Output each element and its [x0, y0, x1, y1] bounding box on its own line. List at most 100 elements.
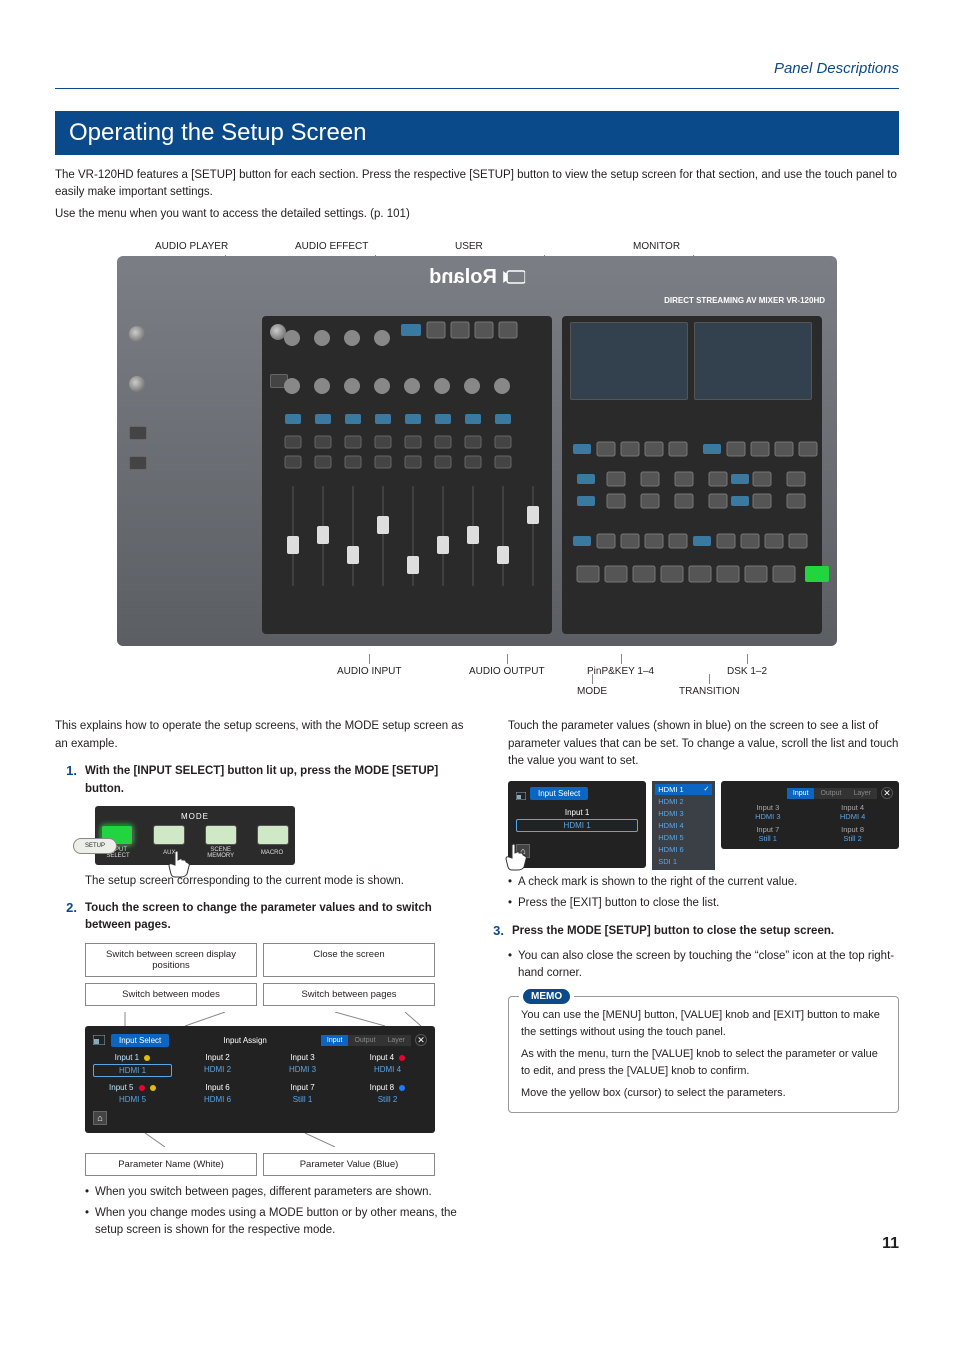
step-1-caption: The setup screen corresponding to the cu…: [85, 873, 464, 890]
display-position-icon-2[interactable]: [516, 792, 526, 800]
pl-list-item[interactable]: HDMI 4: [655, 820, 712, 831]
diagram-label-pinp: PinP&KEY 1–4: [587, 666, 654, 677]
device-diagram: AUDIO PLAYER AUDIO EFFECT USER MONITOR R…: [55, 241, 899, 696]
step-2-text: Touch the screen to change the parameter…: [85, 900, 464, 935]
pl-page-layer[interactable]: Layer: [847, 788, 877, 799]
memo-line-1: You can use the [MENU] button, [VALUE] k…: [521, 1007, 886, 1040]
step-1-text: With the [INPUT SELECT] button lit up, p…: [85, 763, 464, 798]
pl-list-item[interactable]: HDMI 2: [655, 796, 712, 807]
ts-page-input[interactable]: Input: [321, 1035, 349, 1046]
pl-grid-cell[interactable]: Input 4HDMI 4: [812, 803, 893, 821]
pl-page-input[interactable]: Input: [787, 788, 815, 799]
step-3-text: Press the MODE [SETUP] button to close t…: [512, 923, 899, 940]
diagram-label-audio-input: AUDIO INPUT: [337, 666, 401, 677]
memo-box: MEMO You can use the [MENU] button, [VAL…: [508, 996, 899, 1113]
pl-grid-cell[interactable]: Input 3HDMI 3: [727, 803, 808, 821]
ts-connector-lines: [85, 1012, 435, 1026]
mode-aux-button[interactable]: [153, 825, 185, 845]
close-icon-2[interactable]: ✕: [881, 787, 893, 799]
pl-list-item[interactable]: HDMI 1: [655, 784, 712, 795]
ts-param-grid: Input 1 HDMI 1Input 2HDMI 2Input 3HDMI 3…: [93, 1051, 427, 1105]
diagram-label-user: USER: [455, 241, 633, 252]
pl-param-name: Input 1: [516, 808, 638, 817]
diagram-label-audio-effect: AUDIO EFFECT: [295, 241, 455, 252]
ts-page-layer[interactable]: Layer: [381, 1035, 411, 1046]
ts-param-cell[interactable]: Input 5 HDMI 5: [93, 1081, 172, 1105]
page-title: Operating the Setup Screen: [55, 111, 899, 155]
left-bullet-2: When you change modes using a MODE butto…: [85, 1205, 464, 1240]
step-1-number: 1.: [55, 763, 77, 798]
brand-logo: Roland: [429, 266, 525, 289]
ts-param-cell[interactable]: Input 2HDMI 2: [178, 1051, 257, 1077]
left-lead: This explains how to operate the setup s…: [55, 718, 464, 754]
pl-current-value[interactable]: HDMI 1: [516, 819, 638, 832]
right-bullet-3: You can also close the screen by touchin…: [508, 948, 899, 983]
step-3: 3. Press the MODE [SETUP] button to clos…: [490, 923, 899, 940]
memo-tag: MEMO: [519, 988, 574, 1005]
figure-mode-panel: MODE INPUT SELECT AUX SCENE MEMORY MACRO…: [95, 806, 464, 865]
mode-macro-button[interactable]: [257, 825, 289, 845]
diagram-label-transition: TRANSITION: [679, 686, 740, 697]
mode-label-scene: SCENE MEMORY: [204, 847, 238, 859]
ts-mode-tab[interactable]: Input Select: [111, 1034, 169, 1047]
mode-panel-title: MODE: [101, 812, 289, 821]
device-body: Roland DIRECT STREAMING AV MIXER VR-120H…: [117, 256, 837, 646]
page-number: 11: [882, 1235, 899, 1253]
left-bullet-1: When you switch between pages, different…: [85, 1184, 464, 1201]
pl-list-item[interactable]: HDMI 3: [655, 808, 712, 819]
step-1: 1. With the [INPUT SELECT] button lit up…: [55, 763, 464, 798]
figure-touchscreen: Switch between screen display positions …: [85, 943, 435, 1176]
intro-line-1: The VR-120HD features a [SETUP] button f…: [55, 167, 899, 202]
pl-mode-tab[interactable]: Input Select: [530, 787, 588, 800]
pl-grid-cell[interactable]: Input 7Still 1: [727, 825, 808, 843]
step-2: 2. Touch the screen to change the parame…: [55, 900, 464, 935]
close-icon[interactable]: ✕: [415, 1034, 427, 1046]
mode-scene-memory-button[interactable]: [205, 825, 237, 845]
pl-list-item[interactable]: HDMI 5: [655, 832, 712, 843]
pointer-hand-icon-2: [502, 843, 530, 871]
ts-param-cell[interactable]: Input 4 HDMI 4: [348, 1051, 427, 1077]
ts-label-close: Close the screen: [263, 943, 435, 977]
right-bullet-1: A check mark is shown to the right of th…: [508, 874, 899, 891]
device-right-panel: [562, 316, 822, 634]
home-icon[interactable]: ⌂: [93, 1111, 107, 1125]
ts-label-modes: Switch between modes: [85, 983, 257, 1006]
header-rule: [55, 88, 899, 89]
ts-legend-lines: [85, 1133, 435, 1147]
ts-page-output[interactable]: Output: [348, 1035, 381, 1046]
pl-page-output[interactable]: Output: [814, 788, 847, 799]
ts-param-cell[interactable]: Input 7Still 1: [263, 1081, 342, 1105]
ts-param-cell[interactable]: Input 3HDMI 3: [263, 1051, 342, 1077]
diagram-label-dsk: DSK 1–2: [727, 666, 767, 677]
display-position-icon[interactable]: [93, 1035, 105, 1045]
mode-setup-button[interactable]: SETUP: [73, 838, 117, 854]
pl-list-item[interactable]: SDI 1: [655, 856, 712, 867]
pl-value-list[interactable]: HDMI 1HDMI 2HDMI 3HDMI 4HDMI 5HDMI 6SDI …: [652, 781, 715, 870]
ts-page-tabs[interactable]: Input Output Layer: [321, 1035, 411, 1046]
device-left-panel: [262, 316, 552, 634]
right-bullet-2: Press the [EXIT] button to close the lis…: [508, 895, 899, 912]
ts-param-cell[interactable]: Input 8 Still 2: [348, 1081, 427, 1105]
figure-param-list: Input Select Input 1 HDMI 1 ⌂ HDMI 1HDMI…: [508, 781, 899, 870]
header-section: Panel Descriptions: [774, 60, 899, 77]
memo-line-2: As with the menu, turn the [VALUE] knob …: [521, 1046, 886, 1079]
pl-param-grid: Input 3HDMI 3Input 4HDMI 4Input 7Still 1…: [727, 803, 893, 843]
diagram-label-monitor: MONITOR: [633, 241, 753, 252]
ts-legend-param-name: Parameter Name (White): [85, 1153, 257, 1176]
model-label: DIRECT STREAMING AV MIXER VR-120HD: [664, 296, 825, 305]
ts-legend-param-value: Parameter Value (Blue): [263, 1153, 435, 1176]
pl-list-item[interactable]: HDMI 6: [655, 844, 712, 855]
right-lead: Touch the parameter values (shown in blu…: [508, 718, 899, 771]
right-column: Touch the parameter values (shown in blu…: [490, 718, 899, 1113]
ts-screen-title: Input Assign: [223, 1036, 267, 1045]
diagram-label-audio-player: AUDIO PLAYER: [155, 241, 295, 252]
pointer-hand-icon: [165, 850, 193, 878]
left-column: This explains how to operate the setup s…: [55, 718, 464, 1244]
mode-label-macro: MACRO: [255, 850, 289, 856]
ts-param-cell[interactable]: Input 6HDMI 6: [178, 1081, 257, 1105]
diagram-label-mode: MODE: [577, 686, 607, 697]
pl-grid-cell[interactable]: Input 8Still 2: [812, 825, 893, 843]
ts-param-cell[interactable]: Input 1 HDMI 1: [93, 1051, 172, 1077]
memo-line-3: Move the yellow box (cursor) to select t…: [521, 1085, 886, 1102]
diagram-label-audio-output: AUDIO OUTPUT: [469, 666, 545, 677]
